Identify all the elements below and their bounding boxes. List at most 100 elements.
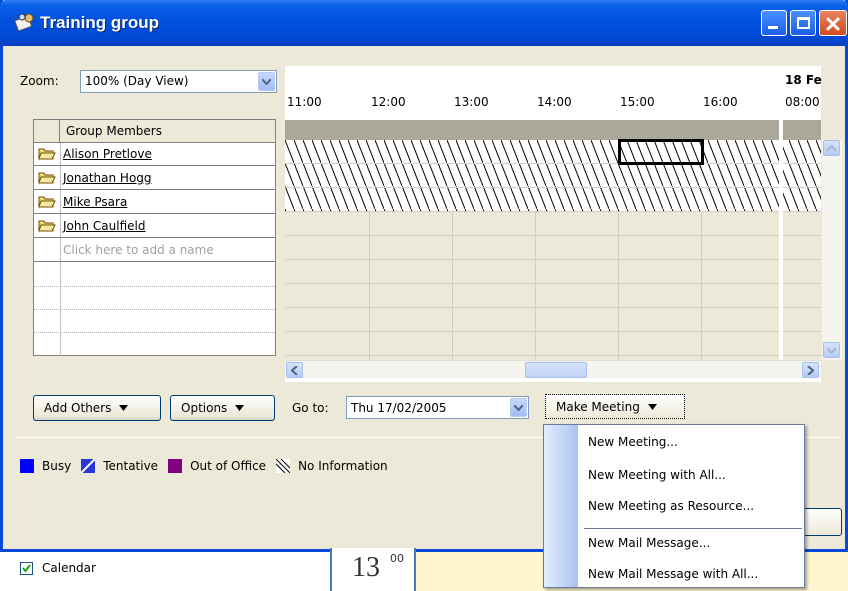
- no-information-label: No Information: [298, 459, 388, 473]
- maximize-icon: [797, 17, 810, 29]
- menu-item-new-mail-message-with-all[interactable]: New Mail Message with All...: [588, 567, 758, 581]
- empty-row: [34, 286, 275, 287]
- hour-label: 14:00: [537, 95, 572, 109]
- zoom-dropdown-arrow[interactable]: [258, 72, 275, 91]
- no-information-hatch: [285, 140, 821, 211]
- member-row[interactable]: Jonathan Hogg: [34, 167, 275, 190]
- legend-busy: Busy: [20, 459, 71, 473]
- members-header: Group Members: [34, 120, 275, 143]
- menu-item-new-meeting-with-all[interactable]: New Meeting with All...: [588, 468, 726, 482]
- member-row[interactable]: Alison Pretlove: [34, 143, 275, 166]
- timeline-grid[interactable]: [285, 140, 821, 360]
- day-divider: [779, 120, 783, 360]
- hour-label: 15:00: [620, 95, 655, 109]
- legend: Busy Tentative Out of Office No Informat…: [20, 459, 398, 473]
- vertical-scrollbar[interactable]: [822, 140, 842, 360]
- window-title: Training group: [40, 13, 159, 32]
- empty-row: [34, 309, 275, 310]
- chevron-down-icon: [262, 78, 271, 85]
- legend-tentative: Tentative: [81, 459, 158, 473]
- member-name[interactable]: John Caulfield: [63, 219, 145, 233]
- busy-swatch: [20, 459, 34, 473]
- add-others-button[interactable]: Add Others: [33, 395, 161, 421]
- menu-item-new-meeting[interactable]: New Meeting...: [588, 435, 678, 449]
- hour-label: 12:00: [371, 95, 406, 109]
- make-meeting-button[interactable]: Make Meeting: [545, 394, 685, 419]
- zoom-value: 100% (Day View): [85, 74, 189, 88]
- add-name-placeholder[interactable]: Click here to add a name: [63, 243, 214, 257]
- busy-label: Busy: [42, 459, 72, 473]
- scroll-left-button[interactable]: [286, 362, 303, 378]
- make-meeting-menu: New Meeting... New Meeting with All... N…: [543, 424, 805, 588]
- hour-label: 11:00: [287, 95, 322, 109]
- goto-dropdown-arrow[interactable]: [510, 398, 527, 417]
- out-of-office-label: Out of Office: [190, 459, 267, 473]
- chevron-up-icon: [827, 144, 836, 152]
- folder-open-icon: [38, 146, 56, 161]
- chevron-left-icon: [291, 365, 298, 375]
- maximize-button[interactable]: [790, 10, 816, 36]
- scroll-up-button[interactable]: [823, 140, 840, 156]
- minimize-icon: [768, 26, 778, 29]
- member-row[interactable]: John Caulfield: [34, 215, 275, 238]
- group-schedule-icon: [14, 12, 36, 32]
- chevron-down-icon: [514, 404, 523, 411]
- no-information-swatch: [276, 459, 291, 473]
- member-name[interactable]: Mike Psara: [63, 195, 127, 209]
- timeline-date: 18 Fe: [785, 73, 822, 87]
- goto-label: Go to:: [292, 401, 329, 415]
- options-button[interactable]: Options: [170, 395, 275, 421]
- add-member-row[interactable]: Click here to add a name: [34, 239, 275, 262]
- check-icon: [22, 564, 31, 573]
- goto-date-value: Thu 17/02/2005: [351, 401, 447, 415]
- member-name[interactable]: Jonathan Hogg: [63, 171, 152, 185]
- tentative-label: Tentative: [103, 459, 159, 473]
- horizontal-scrollbar[interactable]: [285, 360, 821, 378]
- close-button[interactable]: [819, 10, 847, 36]
- calendar-checkbox[interactable]: [20, 562, 33, 575]
- hour-label: 08:00: [785, 95, 820, 109]
- make-meeting-label: Make Meeting: [556, 399, 640, 414]
- minimize-button[interactable]: [761, 10, 787, 36]
- title-bar[interactable]: Training group: [0, 0, 848, 46]
- goto-date-select[interactable]: Thu 17/02/2005: [346, 396, 529, 419]
- hour-label: 13:00: [454, 95, 489, 109]
- menu-gutter: [544, 425, 578, 587]
- folder-open-icon: [38, 194, 56, 209]
- all-attendees-bar: [285, 120, 821, 140]
- group-members-list: Group Members Alison Pretlove Jonathan H…: [33, 119, 276, 356]
- meeting-selection[interactable]: [618, 139, 704, 165]
- add-others-label: Add Others: [44, 401, 112, 415]
- caret-down-icon: [235, 405, 245, 411]
- close-icon: [825, 16, 841, 32]
- options-label: Options: [181, 401, 228, 415]
- chevron-down-icon: [827, 346, 836, 354]
- out-of-office-swatch: [168, 459, 183, 473]
- hour-label: 16:00: [703, 95, 738, 109]
- day-superscript: 00: [390, 552, 404, 565]
- day-number: 13: [352, 552, 380, 583]
- free-busy-timeline: 18 Fe 11:00 12:00 13:00 14:00 15:00 16:0…: [285, 66, 822, 382]
- calendar-label[interactable]: Calendar: [42, 561, 96, 575]
- legend-no-information: No Information: [276, 459, 388, 473]
- menu-separator: [584, 528, 802, 529]
- caret-down-icon: [647, 403, 657, 410]
- legend-out-of-office: Out of Office: [168, 459, 266, 473]
- scroll-right-button[interactable]: [802, 362, 819, 378]
- menu-item-new-meeting-as-resource[interactable]: New Meeting as Resource...: [588, 499, 754, 513]
- empty-row: [34, 332, 275, 333]
- folder-open-icon: [38, 218, 56, 233]
- caret-down-icon: [119, 405, 129, 411]
- member-name[interactable]: Alison Pretlove: [63, 147, 152, 161]
- scroll-down-button[interactable]: [823, 342, 840, 358]
- folder-open-icon: [38, 170, 56, 185]
- zoom-label: Zoom:: [20, 74, 59, 88]
- menu-item-new-mail-message[interactable]: New Mail Message...: [588, 536, 710, 550]
- member-row[interactable]: Mike Psara: [34, 191, 275, 214]
- chevron-right-icon: [807, 365, 814, 375]
- tentative-swatch: [81, 459, 96, 473]
- members-header-label: Group Members: [66, 124, 162, 138]
- members-header-corner: [34, 120, 60, 142]
- zoom-select[interactable]: 100% (Day View): [80, 70, 277, 93]
- scroll-thumb[interactable]: [525, 362, 587, 378]
